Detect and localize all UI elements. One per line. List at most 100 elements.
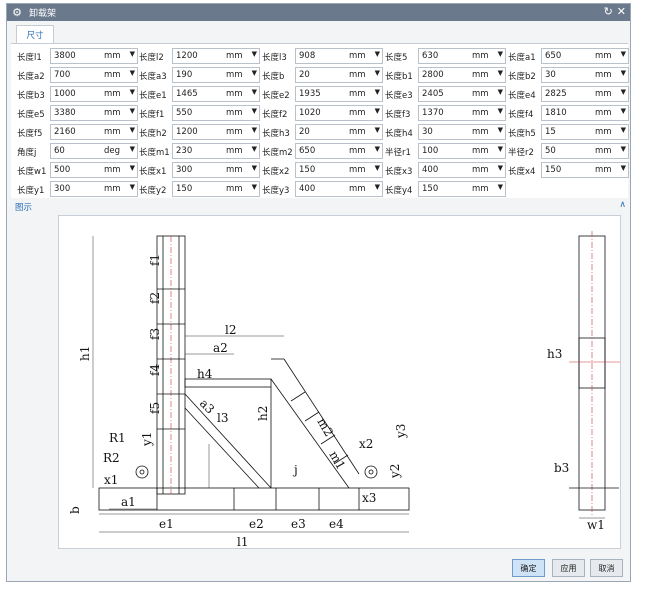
reset-icon[interactable]: ↻: [604, 5, 613, 18]
value-input[interactable]: 3800 mm ▼: [50, 48, 138, 64]
chevron-down-icon[interactable]: ▼: [130, 107, 135, 115]
chevron-down-icon[interactable]: ▼: [375, 50, 380, 58]
value-input[interactable]: 1020 mm ▼: [295, 105, 383, 121]
value-input[interactable]: 550 mm ▼: [172, 105, 260, 121]
unit-select[interactable]: mm: [226, 89, 243, 99]
unit-select[interactable]: mm: [226, 51, 243, 61]
value-input[interactable]: 50 mm ▼: [541, 143, 629, 159]
unit-select[interactable]: mm: [595, 51, 612, 61]
unit-select[interactable]: mm: [349, 146, 366, 156]
value-input[interactable]: 1370 mm ▼: [418, 105, 506, 121]
unit-select[interactable]: mm: [595, 127, 612, 137]
unit-select[interactable]: mm: [595, 70, 612, 80]
unit-select[interactable]: mm: [472, 146, 489, 156]
chevron-down-icon[interactable]: ▼: [130, 69, 135, 77]
value-input[interactable]: 150 mm ▼: [541, 162, 629, 178]
value-input[interactable]: 15 mm ▼: [541, 124, 629, 140]
chevron-down-icon[interactable]: ▼: [252, 145, 257, 153]
unit-select[interactable]: mm: [349, 184, 366, 194]
value-input[interactable]: 500 mm ▼: [50, 162, 138, 178]
unit-select[interactable]: mm: [226, 127, 243, 137]
value-input[interactable]: 150 mm ▼: [418, 181, 506, 197]
value-input[interactable]: 100 mm ▼: [418, 143, 506, 159]
unit-select[interactable]: mm: [349, 89, 366, 99]
value-input[interactable]: 230 mm ▼: [172, 143, 260, 159]
value-input[interactable]: 1000 mm ▼: [50, 86, 138, 102]
value-input[interactable]: 2825 mm ▼: [541, 86, 629, 102]
chevron-down-icon[interactable]: ▼: [621, 107, 626, 115]
chevron-down-icon[interactable]: ▼: [130, 164, 135, 172]
chevron-down-icon[interactable]: ▼: [621, 164, 626, 172]
cancel-button[interactable]: 取消: [590, 559, 623, 577]
unit-select[interactable]: mm: [595, 165, 612, 175]
chevron-down-icon[interactable]: ▼: [498, 183, 503, 191]
value-input[interactable]: 190 mm ▼: [172, 67, 260, 83]
chevron-down-icon[interactable]: ▼: [252, 50, 257, 58]
unit-select[interactable]: mm: [472, 89, 489, 99]
value-input[interactable]: 150 mm ▼: [295, 162, 383, 178]
chevron-down-icon[interactable]: ▼: [621, 88, 626, 96]
unit-select[interactable]: mm: [595, 108, 612, 118]
unit-select[interactable]: mm: [349, 70, 366, 80]
chevron-down-icon[interactable]: ▼: [375, 183, 380, 191]
unit-select[interactable]: mm: [595, 89, 612, 99]
unit-select[interactable]: mm: [226, 70, 243, 80]
close-icon[interactable]: ✕: [617, 5, 626, 18]
unit-select[interactable]: mm: [349, 127, 366, 137]
chevron-down-icon[interactable]: ▼: [252, 126, 257, 134]
unit-select[interactable]: mm: [349, 108, 366, 118]
apply-button[interactable]: 应用: [552, 559, 585, 577]
chevron-down-icon[interactable]: ▼: [375, 107, 380, 115]
value-input[interactable]: 2405 mm ▼: [418, 86, 506, 102]
value-input[interactable]: 30 mm ▼: [418, 124, 506, 140]
unit-select[interactable]: mm: [472, 127, 489, 137]
value-input[interactable]: 20 mm ▼: [295, 67, 383, 83]
unit-select[interactable]: mm: [104, 108, 121, 118]
unit-select[interactable]: mm: [226, 184, 243, 194]
value-input[interactable]: 2800 mm ▼: [418, 67, 506, 83]
chevron-down-icon[interactable]: ▼: [252, 69, 257, 77]
unit-select[interactable]: mm: [472, 51, 489, 61]
chevron-down-icon[interactable]: ▼: [375, 126, 380, 134]
value-input[interactable]: 400 mm ▼: [295, 181, 383, 197]
value-input[interactable]: 2160 mm ▼: [50, 124, 138, 140]
unit-select[interactable]: mm: [104, 127, 121, 137]
unit-select[interactable]: mm: [226, 146, 243, 156]
chevron-down-icon[interactable]: ▼: [498, 107, 503, 115]
value-input[interactable]: 650 mm ▼: [541, 48, 629, 64]
chevron-down-icon[interactable]: ▼: [621, 50, 626, 58]
value-input[interactable]: 650 mm ▼: [295, 143, 383, 159]
unit-select[interactable]: mm: [226, 108, 243, 118]
chevron-down-icon[interactable]: ▼: [498, 50, 503, 58]
chevron-down-icon[interactable]: ▼: [130, 50, 135, 58]
unit-select[interactable]: mm: [595, 146, 612, 156]
chevron-down-icon[interactable]: ▼: [252, 183, 257, 191]
value-input[interactable]: 30 mm ▼: [541, 67, 629, 83]
chevron-down-icon[interactable]: ▼: [375, 164, 380, 172]
unit-select[interactable]: mm: [349, 51, 366, 61]
unit-select[interactable]: mm: [104, 89, 121, 99]
chevron-down-icon[interactable]: ▼: [498, 164, 503, 172]
unit-select[interactable]: mm: [226, 165, 243, 175]
value-input[interactable]: 150 mm ▼: [172, 181, 260, 197]
chevron-down-icon[interactable]: ▼: [252, 88, 257, 96]
value-input[interactable]: 1200 mm ▼: [172, 124, 260, 140]
unit-select[interactable]: mm: [104, 165, 121, 175]
value-input[interactable]: 630 mm ▼: [418, 48, 506, 64]
value-input[interactable]: 700 mm ▼: [50, 67, 138, 83]
value-input[interactable]: 3380 mm ▼: [50, 105, 138, 121]
ok-button[interactable]: 确定: [512, 559, 545, 577]
chevron-down-icon[interactable]: ▼: [621, 69, 626, 77]
unit-select[interactable]: mm: [472, 165, 489, 175]
chevron-down-icon[interactable]: ▼: [498, 69, 503, 77]
value-input[interactable]: 400 mm ▼: [418, 162, 506, 178]
value-input[interactable]: 1465 mm ▼: [172, 86, 260, 102]
chevron-up-icon[interactable]: ∧: [619, 200, 626, 210]
chevron-down-icon[interactable]: ▼: [498, 145, 503, 153]
chevron-down-icon[interactable]: ▼: [498, 88, 503, 96]
chevron-down-icon[interactable]: ▼: [252, 107, 257, 115]
value-input[interactable]: 1200 mm ▼: [172, 48, 260, 64]
unit-select[interactable]: mm: [104, 70, 121, 80]
chevron-down-icon[interactable]: ▼: [130, 145, 135, 153]
chevron-down-icon[interactable]: ▼: [375, 88, 380, 96]
